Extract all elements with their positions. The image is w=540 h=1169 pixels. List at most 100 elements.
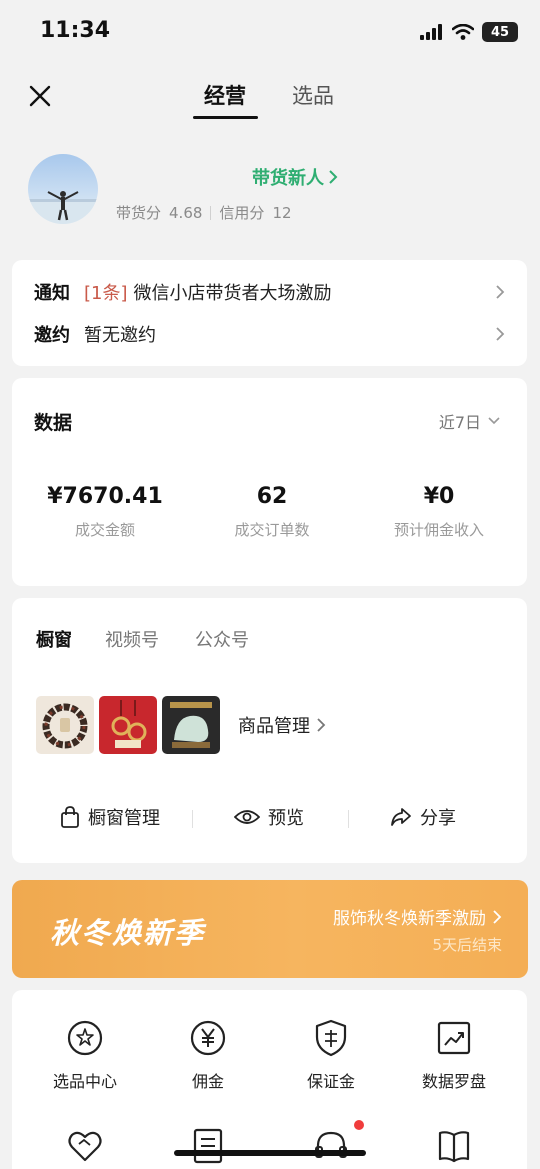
date-range-select[interactable]: 近7日 bbox=[439, 409, 501, 433]
jade-dragon-image bbox=[170, 702, 212, 748]
battery-icon: 45 bbox=[482, 22, 518, 42]
tool-deposit[interactable]: 保证金 bbox=[266, 1018, 396, 1092]
chevron-down-icon bbox=[488, 417, 500, 425]
tab-official-account[interactable]: 公众号 bbox=[195, 626, 249, 652]
role-link[interactable]: 带货新人 bbox=[252, 164, 338, 190]
date-range-value: 近7日 bbox=[438, 413, 481, 432]
status-icons: 45 bbox=[420, 22, 518, 42]
notice-row[interactable]: 通知 [1条] 微信小店带货者大场激励 bbox=[34, 272, 505, 312]
home-indicator[interactable] bbox=[174, 1150, 366, 1156]
product-thumbnail[interactable] bbox=[99, 696, 157, 754]
shop-window-card: 橱窗 视频号 公众号 商品管理 橱窗管理 预览 分享 bbox=[12, 598, 527, 863]
invitation-label: 邀约 bbox=[34, 325, 70, 346]
banner-countdown: 5天后结束 bbox=[432, 936, 502, 954]
status-bar: 11:34 45 bbox=[0, 0, 540, 64]
tool-item[interactable] bbox=[20, 1126, 150, 1166]
profile-header: 带货新人 带货分 4.68 信用分 12 bbox=[0, 150, 540, 240]
promo-banner[interactable]: 秋冬焕新季 服饰秋冬焕新季激励 5天后结束 bbox=[12, 880, 528, 978]
tool-label: 选品中心 bbox=[52, 1072, 117, 1091]
stat-label: 预计佣金收入 bbox=[393, 521, 484, 539]
chevron-right-icon bbox=[317, 718, 326, 732]
product-management-label: 商品管理 bbox=[238, 716, 310, 737]
book-icon bbox=[438, 1131, 470, 1163]
status-time: 11:34 bbox=[40, 18, 111, 43]
shopping-bag-icon bbox=[61, 806, 79, 828]
tool-label: 佣金 bbox=[191, 1072, 224, 1091]
top-nav: 经营 选品 bbox=[0, 64, 540, 128]
credit-score-label: 信用分 bbox=[219, 204, 265, 222]
notice-text: 微信小店带货者大场激励 bbox=[133, 283, 332, 304]
stat-label: 成交订单数 bbox=[234, 521, 310, 539]
chevron-right-icon bbox=[329, 170, 338, 184]
notice-card: 通知 [1条] 微信小店带货者大场激励 邀约 暂无邀约 bbox=[12, 260, 527, 366]
notice-count-tag: [1条] bbox=[84, 283, 128, 304]
shop-window-manage-button[interactable]: 橱窗管理 bbox=[60, 804, 160, 830]
tab-channels[interactable]: 视频号 bbox=[105, 626, 159, 652]
product-thumbnail[interactable] bbox=[36, 696, 94, 754]
tool-product-center[interactable]: 选品中心 bbox=[20, 1018, 150, 1092]
headset-icon bbox=[315, 1131, 347, 1158]
tool-label: 保证金 bbox=[306, 1072, 355, 1091]
divider bbox=[348, 810, 349, 828]
eye-icon bbox=[234, 810, 260, 824]
yen-circle-icon bbox=[190, 1020, 226, 1056]
star-hand-icon bbox=[67, 1020, 103, 1056]
divider bbox=[192, 810, 193, 828]
stat-value: 62 bbox=[256, 484, 288, 509]
tab-shop-window[interactable]: 橱窗 bbox=[36, 626, 72, 652]
shield-icon bbox=[315, 1019, 347, 1057]
sales-score-label: 带货分 bbox=[116, 204, 162, 222]
stat-gmv[interactable]: ¥7670.41 成交金额 bbox=[20, 484, 190, 540]
product-management-link[interactable]: 商品管理 bbox=[238, 712, 326, 738]
avatar-image bbox=[28, 191, 98, 224]
credit-score-value: 12 bbox=[272, 203, 292, 222]
stat-label: 成交金额 bbox=[74, 521, 135, 539]
shop-window-manage-label: 橱窗管理 bbox=[88, 808, 160, 829]
tools-card: 选品中心 佣金 保证金 数据罗盘 bbox=[12, 990, 527, 1169]
sales-score-value: 4.68 bbox=[169, 203, 203, 222]
avatar[interactable] bbox=[28, 154, 98, 224]
pendant-image bbox=[111, 700, 147, 748]
banner-link[interactable]: 服饰秋冬焕新季激励 bbox=[333, 904, 502, 929]
tab-operation[interactable]: 经营 bbox=[204, 80, 246, 110]
chevron-right-icon bbox=[493, 909, 502, 924]
stat-orders[interactable]: 62 成交订单数 bbox=[187, 484, 357, 540]
signal-icon bbox=[420, 24, 442, 40]
heart-handshake-icon bbox=[68, 1131, 102, 1162]
data-card: 数据 近7日 ¥7670.41 成交金额 62 成交订单数 ¥0 预计佣金收入 bbox=[12, 378, 527, 586]
banner-title: 秋冬焕新季 bbox=[50, 916, 206, 950]
stat-commission[interactable]: ¥0 预计佣金收入 bbox=[354, 484, 524, 540]
tool-item[interactable] bbox=[143, 1126, 273, 1166]
close-button[interactable] bbox=[22, 78, 58, 114]
trend-chart-icon bbox=[437, 1021, 471, 1055]
product-thumbnail[interactable] bbox=[162, 696, 220, 754]
tool-label: 数据罗盘 bbox=[421, 1072, 486, 1091]
role-label: 带货新人 bbox=[252, 168, 324, 189]
close-icon bbox=[29, 85, 51, 107]
score-line: 带货分 4.68 信用分 12 bbox=[116, 202, 292, 223]
tool-commission[interactable]: 佣金 bbox=[143, 1018, 273, 1092]
notice-label: 通知 bbox=[34, 283, 70, 304]
share-icon bbox=[391, 808, 411, 826]
tool-data-compass[interactable]: 数据罗盘 bbox=[389, 1018, 519, 1092]
tool-item[interactable] bbox=[389, 1126, 519, 1166]
banner-link-label: 服饰秋冬焕新季激励 bbox=[333, 909, 486, 929]
chevron-right-icon bbox=[496, 285, 505, 299]
notification-dot bbox=[354, 1120, 364, 1130]
wifi-icon bbox=[452, 24, 474, 40]
data-title: 数据 bbox=[34, 412, 73, 434]
active-tab-indicator bbox=[193, 116, 258, 119]
tab-selection[interactable]: 选品 bbox=[292, 80, 334, 110]
invitation-text: 暂无邀约 bbox=[84, 325, 156, 346]
divider bbox=[210, 205, 212, 220]
stat-value: ¥7670.41 bbox=[47, 484, 163, 509]
share-label: 分享 bbox=[420, 808, 456, 829]
tool-item[interactable] bbox=[266, 1120, 396, 1166]
document-icon bbox=[193, 1128, 223, 1164]
chevron-right-icon bbox=[496, 327, 505, 341]
preview-button[interactable]: 预览 bbox=[234, 804, 304, 830]
invitation-row[interactable]: 邀约 暂无邀约 bbox=[34, 314, 505, 354]
stat-value: ¥0 bbox=[423, 484, 455, 509]
share-button[interactable]: 分享 bbox=[390, 804, 456, 830]
bracelet-image bbox=[42, 703, 88, 749]
